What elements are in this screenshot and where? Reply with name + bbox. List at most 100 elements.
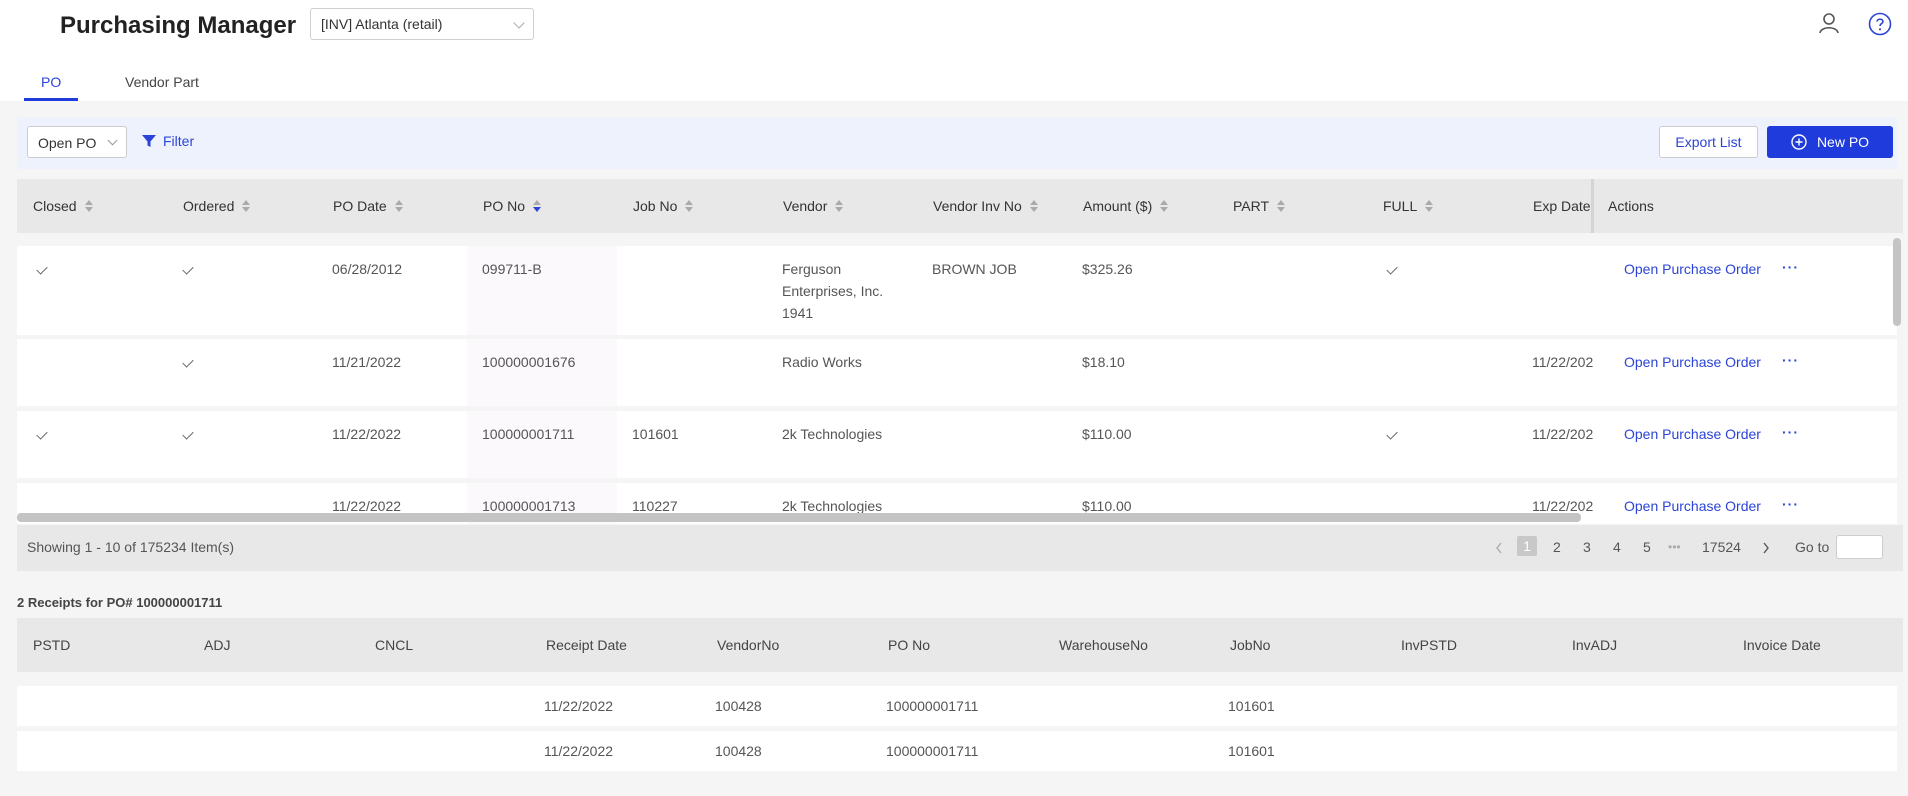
- po-no: 100000001711: [482, 426, 575, 442]
- help-icon[interactable]: [1868, 12, 1892, 36]
- page-4[interactable]: 4: [1613, 539, 1621, 555]
- closed-check-icon: [36, 263, 48, 275]
- export-list-button[interactable]: Export List: [1659, 126, 1758, 158]
- chevron-down-icon: [513, 17, 525, 29]
- ordered-check-icon: [182, 263, 194, 275]
- main-tabs: PO Vendor Part: [0, 64, 1908, 102]
- app-header: Purchasing Manager [INV] Atlanta (retail…: [0, 0, 1908, 56]
- sort-icon: [685, 200, 694, 212]
- grid-horizontal-scrollbar[interactable]: [17, 513, 1581, 522]
- receipt-date: 11/22/2022: [544, 743, 614, 759]
- more-actions-icon[interactable]: ···: [1782, 421, 1799, 443]
- more-actions-icon[interactable]: ···: [1782, 493, 1799, 515]
- column-header-adj[interactable]: ADJ: [204, 637, 230, 653]
- po-view-select[interactable]: Open PO: [27, 126, 127, 158]
- column-header-jobno[interactable]: JobNo: [1230, 637, 1270, 653]
- receipts-grid-header: PSTD ADJ CNCL Receipt Date VendorNo PO N…: [17, 618, 1903, 672]
- full-check-icon: [1386, 263, 1398, 275]
- more-actions-icon[interactable]: ···: [1782, 349, 1799, 371]
- column-header-po-date[interactable]: PO Date: [333, 198, 403, 214]
- table-row[interactable]: 06/28/2012 099711-B Ferguson Enterprises…: [17, 246, 1897, 335]
- chevron-right-icon[interactable]: [1762, 542, 1770, 554]
- amount: $325.26: [1082, 261, 1133, 277]
- open-purchase-order-link[interactable]: Open Purchase Order: [1624, 258, 1761, 280]
- sort-icon: [84, 200, 93, 212]
- vendor: Ferguson Enterprises, Inc. 1941: [782, 261, 884, 321]
- column-header-vendor[interactable]: Vendor: [783, 198, 844, 214]
- job-no: 101601: [632, 426, 679, 442]
- column-header-closed[interactable]: Closed: [33, 198, 93, 214]
- column-header-invadj[interactable]: InvADJ: [1572, 637, 1617, 653]
- po-grid-header: Closed Ordered PO Date PO No Job No Vend…: [17, 179, 1903, 233]
- page-2[interactable]: 2: [1553, 539, 1561, 555]
- column-header-vendor-inv-no[interactable]: Vendor Inv No: [933, 198, 1038, 214]
- column-header-invoice-date[interactable]: Invoice Date: [1743, 637, 1821, 653]
- goto-page-input[interactable]: [1836, 535, 1883, 559]
- page-last[interactable]: 17524: [1702, 539, 1741, 555]
- sort-desc-icon: [533, 200, 542, 212]
- store-select[interactable]: [INV] Atlanta (retail): [310, 8, 534, 40]
- chevron-down-icon: [107, 135, 118, 146]
- new-po-button[interactable]: New PO: [1767, 126, 1893, 158]
- receipt-job-no: 101601: [1228, 743, 1275, 759]
- page-5[interactable]: 5: [1643, 539, 1651, 555]
- vendor: Radio Works: [782, 354, 862, 370]
- chevron-left-icon[interactable]: [1495, 542, 1503, 554]
- open-purchase-order-link[interactable]: Open Purchase Order: [1624, 351, 1761, 373]
- column-header-warehouseno[interactable]: WarehouseNo: [1059, 637, 1148, 653]
- page-ellipsis[interactable]: •••: [1668, 540, 1681, 554]
- receipt-row[interactable]: 11/22/2022 100428 100000001711 101601: [17, 731, 1897, 771]
- vendor-no: 100428: [715, 698, 762, 714]
- receipt-po-no: 100000001711: [886, 743, 979, 759]
- tab-po[interactable]: PO: [41, 74, 61, 90]
- receipt-row[interactable]: 11/22/2022 100428 100000001711 101601: [17, 686, 1897, 726]
- exp-date: 11/22/202: [1532, 354, 1594, 370]
- app-title: Purchasing Manager: [60, 12, 297, 39]
- vendor-inv-no: BROWN JOB: [932, 261, 1017, 277]
- filter-button[interactable]: Filter: [141, 133, 194, 149]
- store-select-value: [INV] Atlanta (retail): [321, 16, 443, 32]
- tab-vendor-part[interactable]: Vendor Part: [125, 74, 199, 90]
- column-header-full[interactable]: FULL: [1383, 198, 1434, 214]
- po-toolbar: Open PO Filter Export List New PO: [17, 117, 1897, 169]
- po-view-value: Open PO: [38, 135, 97, 151]
- column-header-job-no[interactable]: Job No: [633, 198, 694, 214]
- column-header-po-no[interactable]: PO No: [483, 198, 542, 214]
- receipt-date: 11/22/2022: [544, 698, 614, 714]
- more-actions-icon[interactable]: ···: [1782, 256, 1799, 278]
- column-header-ordered[interactable]: Ordered: [183, 198, 251, 214]
- ordered-check-icon: [182, 428, 194, 440]
- sort-icon: [1277, 200, 1286, 212]
- closed-check-icon: [36, 428, 48, 440]
- column-header-invpstd[interactable]: InvPSTD: [1401, 637, 1457, 653]
- actions-header: Actions: [1591, 179, 1903, 233]
- sort-icon: [1160, 200, 1169, 212]
- filter-label: Filter: [163, 133, 195, 149]
- po-grid: Closed Ordered PO Date PO No Job No Vend…: [17, 179, 1903, 524]
- column-header-receipt-po-no[interactable]: PO No: [888, 637, 930, 653]
- column-header-receipt-date[interactable]: Receipt Date: [546, 637, 627, 653]
- column-header-vendorno[interactable]: VendorNo: [717, 637, 779, 653]
- plus-circle-icon: [1791, 134, 1807, 150]
- table-row[interactable]: 11/22/2022 100000001711 101601 2k Techno…: [17, 411, 1897, 478]
- ordered-check-icon: [182, 356, 194, 368]
- exp-date: 11/22/202: [1532, 426, 1594, 442]
- page-1[interactable]: 1: [1517, 536, 1537, 556]
- grid-vertical-scrollbar[interactable]: [1893, 238, 1901, 326]
- open-purchase-order-link[interactable]: Open Purchase Order: [1624, 423, 1761, 445]
- column-header-exp-date[interactable]: Exp Date: [1533, 198, 1591, 214]
- vendor: 2k Technologies: [782, 426, 883, 442]
- page-3[interactable]: 3: [1583, 539, 1591, 555]
- column-header-amount[interactable]: Amount ($): [1083, 198, 1169, 214]
- vendor-no: 100428: [715, 743, 762, 759]
- sort-icon: [1029, 200, 1038, 212]
- sort-icon: [242, 200, 251, 212]
- sort-icon: [1425, 200, 1434, 212]
- user-icon[interactable]: [1818, 12, 1840, 34]
- table-row[interactable]: 11/21/2022 100000001676 Radio Works $18.…: [17, 339, 1897, 406]
- open-purchase-order-link[interactable]: Open Purchase Order: [1624, 495, 1761, 517]
- receipts-title: 2 Receipts for PO# 100000001711: [17, 595, 223, 610]
- column-header-pstd[interactable]: PSTD: [33, 637, 70, 653]
- column-header-cncl[interactable]: CNCL: [375, 637, 413, 653]
- column-header-part[interactable]: PART: [1233, 198, 1286, 214]
